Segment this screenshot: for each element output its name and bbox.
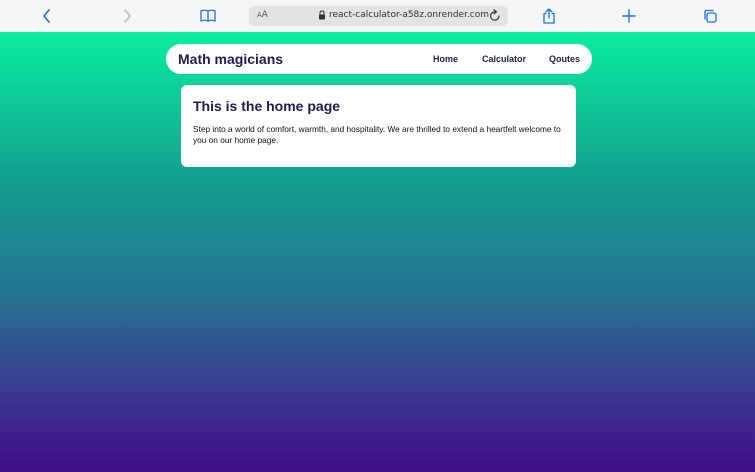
url-text: react-calculator-a58z.onrender.com <box>329 10 490 20</box>
nav-link-home[interactable]: Home <box>433 54 458 64</box>
nav-link-quotes[interactable]: Qoutes <box>549 54 580 64</box>
new-tab-button[interactable] <box>617 4 641 28</box>
tabs-overview-button[interactable] <box>698 4 722 28</box>
share-button[interactable] <box>537 4 561 28</box>
plus-icon <box>622 9 636 23</box>
welcome-text: Step into a world of comfort, warmth, an… <box>193 124 561 145</box>
navbar: Math magicians Home Calculator Qoutes <box>166 44 592 74</box>
tabs-icon <box>704 9 717 23</box>
reload-icon[interactable] <box>489 9 501 22</box>
bookmarks-button[interactable] <box>196 4 220 28</box>
back-button[interactable] <box>35 4 59 28</box>
chevron-left-icon <box>43 9 50 23</box>
book-icon <box>200 9 216 22</box>
page-viewport: Math magicians Home Calculator Qoutes Th… <box>0 32 755 472</box>
home-card: This is the home page Step into a world … <box>181 85 576 167</box>
lock-icon <box>319 10 325 20</box>
brand-title: Math magicians <box>178 51 284 67</box>
page-heading: This is the home page <box>193 98 341 114</box>
nav-link-calculator[interactable]: Calculator <box>482 54 526 64</box>
browser-toolbar: AA react-calculator-a58z.onrender.com <box>0 0 755 32</box>
forward-button[interactable] <box>115 4 139 28</box>
reader-aa-button[interactable]: AA <box>257 10 268 20</box>
share-icon <box>543 8 555 24</box>
address-bar[interactable]: AA react-calculator-a58z.onrender.com <box>249 6 508 26</box>
chevron-right-icon <box>124 9 131 23</box>
